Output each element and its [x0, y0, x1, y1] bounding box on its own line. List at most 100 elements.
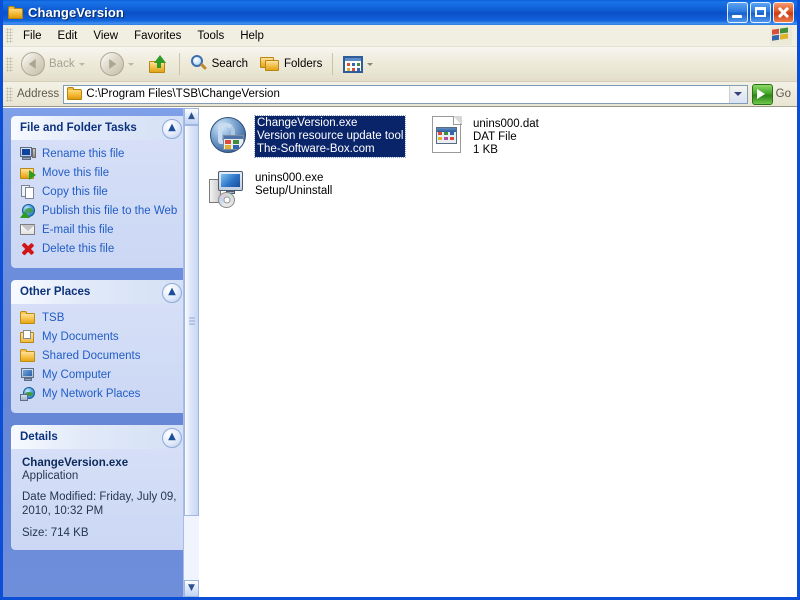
search-button[interactable]: Search — [185, 50, 253, 78]
forward-button[interactable] — [95, 50, 142, 78]
sidebar-scrollbar[interactable]: ▲ ▼ — [183, 108, 199, 597]
chevron-up-icon: ▲ — [168, 431, 176, 442]
address-value: C:\Program Files\TSB\ChangeVersion — [86, 88, 280, 100]
folders-button[interactable]: Folders — [255, 50, 327, 78]
place-shared-documents[interactable]: Shared Documents — [20, 348, 180, 364]
menu-tools[interactable]: Tools — [190, 27, 231, 45]
search-label: Search — [211, 58, 249, 70]
place-tsb[interactable]: TSB — [20, 310, 180, 326]
scrollbar-thumb[interactable] — [184, 125, 199, 517]
panel-other-places: Other Places ▲ TSB My Documents Shared D… — [11, 280, 188, 413]
file-list-pane[interactable]: ChangeVersion.exe Version resource updat… — [199, 108, 797, 597]
views-button[interactable] — [338, 50, 381, 78]
file-label-unins000-exe: unins000.exe Setup/Uninstall — [255, 170, 332, 198]
scrollbar-track[interactable] — [184, 125, 199, 580]
file-label-changeversion-exe: ChangeVersion.exe Version resource updat… — [253, 115, 407, 158]
place-label-my-computer: My Computer — [42, 369, 112, 381]
task-label-move: Move this file — [42, 167, 110, 179]
folders-label: Folders — [284, 58, 323, 70]
maximize-button[interactable] — [750, 2, 771, 23]
collapse-chevron-file-tasks[interactable]: ▲ — [162, 119, 182, 139]
my-documents-icon — [20, 329, 36, 345]
task-label-delete: Delete this file — [42, 243, 115, 255]
task-rename-this-file[interactable]: Rename this file — [20, 146, 180, 162]
panel-title-other-places: Other Places — [20, 286, 91, 298]
scroll-down-button[interactable]: ▼ — [184, 580, 199, 597]
file-description: Setup/Uninstall — [255, 185, 333, 197]
forward-dropdown-caret[interactable] — [127, 62, 134, 66]
task-copy-this-file[interactable]: Copy this file — [20, 184, 180, 200]
search-icon — [190, 55, 208, 73]
task-delete-this-file[interactable]: Delete this file — [20, 241, 180, 257]
toolbar: Back Search Folders — [3, 47, 797, 82]
minimize-button[interactable] — [727, 2, 748, 23]
place-my-network-places[interactable]: My Network Places — [20, 386, 180, 402]
address-gripper[interactable] — [6, 86, 13, 102]
window-folder-icon — [8, 5, 24, 20]
delete-icon — [20, 241, 36, 257]
file-label-unins000-dat: unins000.dat DAT File 1 KB — [473, 116, 539, 157]
panel-body-file-tasks: Rename this file Move this file Copy thi… — [11, 140, 188, 268]
menu-gripper[interactable] — [6, 28, 13, 43]
menu-file[interactable]: File — [16, 27, 49, 45]
collapse-chevron-other-places[interactable]: ▲ — [162, 283, 182, 303]
task-label-rename: Rename this file — [42, 148, 125, 160]
panel-body-details: ChangeVersion.exe Application Date Modif… — [11, 449, 188, 550]
folder-icon — [20, 310, 36, 326]
explorer-window: ChangeVersion File Edit View Favorites T… — [0, 0, 800, 600]
panel-header-file-tasks[interactable]: File and Folder Tasks ▲ — [11, 116, 188, 140]
file-item-changeversion-exe[interactable]: ChangeVersion.exe Version resource updat… — [209, 115, 407, 158]
panel-header-other-places[interactable]: Other Places ▲ — [11, 280, 188, 304]
folders-icon — [260, 56, 280, 73]
place-label-my-network-places: My Network Places — [42, 388, 141, 400]
menu-favorites[interactable]: Favorites — [127, 27, 188, 45]
title-bar[interactable]: ChangeVersion — [3, 0, 797, 25]
go-label: Go — [775, 88, 791, 100]
menu-view[interactable]: View — [86, 27, 125, 45]
details-file-name: ChangeVersion.exe — [22, 457, 129, 469]
menu-help[interactable]: Help — [233, 27, 271, 45]
address-dropdown-button[interactable] — [728, 85, 747, 103]
task-publish-this-file-to-the-web[interactable]: Publish this file to the Web — [20, 203, 180, 219]
go-button[interactable]: Go — [751, 83, 795, 105]
up-folder-icon — [148, 55, 169, 73]
task-label-publish: Publish this file to the Web — [42, 205, 178, 217]
chevron-up-icon: ▲ — [168, 122, 176, 133]
panel-header-details[interactable]: Details ▲ — [11, 425, 188, 449]
task-label-copy: Copy this file — [42, 186, 108, 198]
back-dropdown-caret[interactable] — [78, 62, 85, 66]
task-label-email: E-mail this file — [42, 224, 114, 236]
task-move-this-file[interactable]: Move this file — [20, 165, 180, 181]
publish-web-icon — [20, 203, 36, 219]
views-dropdown-caret[interactable] — [367, 62, 374, 66]
task-email-this-file[interactable]: E-mail this file — [20, 222, 180, 238]
close-button[interactable] — [773, 2, 794, 23]
up-button[interactable] — [144, 50, 174, 78]
panel-title-file-tasks: File and Folder Tasks — [20, 122, 137, 134]
place-label-tsb: TSB — [42, 312, 65, 324]
toolbar-gripper[interactable] — [6, 56, 13, 72]
address-input[interactable]: C:\Program Files\TSB\ChangeVersion — [63, 84, 748, 104]
place-my-documents[interactable]: My Documents — [20, 329, 180, 345]
collapse-chevron-details[interactable]: ▲ — [162, 428, 182, 448]
network-places-icon — [20, 386, 36, 402]
toolbar-separator — [178, 53, 180, 75]
scroll-up-button[interactable]: ▲ — [184, 108, 199, 125]
folder-icon — [20, 348, 36, 364]
move-icon — [20, 165, 36, 181]
menu-edit[interactable]: Edit — [51, 27, 85, 45]
place-my-computer[interactable]: My Computer — [20, 367, 180, 383]
forward-arrow-icon — [99, 52, 124, 76]
address-folder-icon — [67, 86, 83, 100]
place-label-my-documents: My Documents — [42, 331, 119, 343]
details-file-type: Application — [22, 470, 79, 482]
back-button[interactable]: Back — [16, 50, 93, 78]
go-arrow-icon — [751, 83, 773, 105]
panel-title-details: Details — [20, 431, 58, 443]
window-controls — [727, 2, 794, 23]
file-item-unins000-dat[interactable]: unins000.dat DAT File 1 KB — [427, 116, 539, 157]
changeversion-app-icon — [209, 116, 249, 156]
file-item-unins000-exe[interactable]: unins000.exe Setup/Uninstall — [209, 170, 332, 210]
window-title: ChangeVersion — [28, 5, 124, 20]
panel-file-and-folder-tasks: File and Folder Tasks ▲ Rename this file — [11, 116, 188, 268]
